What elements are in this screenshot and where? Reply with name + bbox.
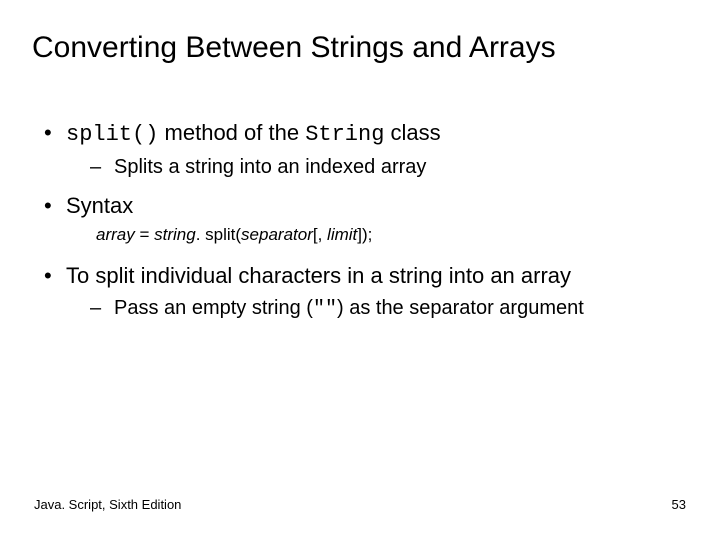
code-empty-string: "": [313, 298, 337, 321]
slide-body: split() method of the String class Split…: [38, 118, 690, 333]
sub-pass-empty-post: ) as the separator argument: [337, 297, 584, 319]
bullet-split-method: split() method of the String class Split…: [38, 118, 690, 181]
code-string: String: [305, 122, 384, 147]
bullet-list: split() method of the String class Split…: [38, 118, 690, 323]
syntax-string: string: [154, 225, 196, 244]
bullet-syntax-label: Syntax: [66, 193, 133, 218]
syntax-dot: .: [196, 225, 205, 244]
bullet-split-individual-text: To split individual characters in a stri…: [66, 263, 571, 288]
code-split: split(): [66, 122, 158, 147]
slide: Converting Between Strings and Arrays sp…: [0, 0, 720, 540]
syntax-eq: =: [135, 225, 154, 244]
footer-book-title: Java. Script, Sixth Edition: [34, 497, 181, 512]
sub-pass-empty-pre: Pass an empty string (: [114, 297, 313, 319]
slide-title: Converting Between Strings and Arrays: [32, 30, 688, 66]
syntax-array: array: [96, 225, 135, 244]
text-mid1: method of the: [158, 120, 305, 145]
sub-list-3: Pass an empty string ("") as the separat…: [66, 295, 690, 323]
sub-list-1: Splits a string into an indexed array: [66, 154, 690, 181]
bullet-split-individual: To split individual characters in a stri…: [38, 261, 690, 323]
bullet-split-method-text: split() method of the String class: [66, 120, 441, 145]
sub-splits-string: Splits a string into an indexed array: [66, 154, 690, 181]
syntax-bracket-l: [,: [313, 225, 327, 244]
syntax-bracket-r: ]);: [357, 225, 372, 244]
syntax-separator: separator: [241, 225, 313, 244]
syntax-split: split(: [205, 225, 241, 244]
bullet-syntax: Syntax array = string. split(separator[,…: [38, 191, 690, 248]
syntax-expression: array = string. split(separator[, limit]…: [66, 224, 690, 247]
sub-pass-empty: Pass an empty string ("") as the separat…: [66, 295, 690, 323]
text-tail: class: [384, 120, 440, 145]
syntax-limit: limit: [327, 225, 357, 244]
footer-page-number: 53: [672, 497, 686, 512]
